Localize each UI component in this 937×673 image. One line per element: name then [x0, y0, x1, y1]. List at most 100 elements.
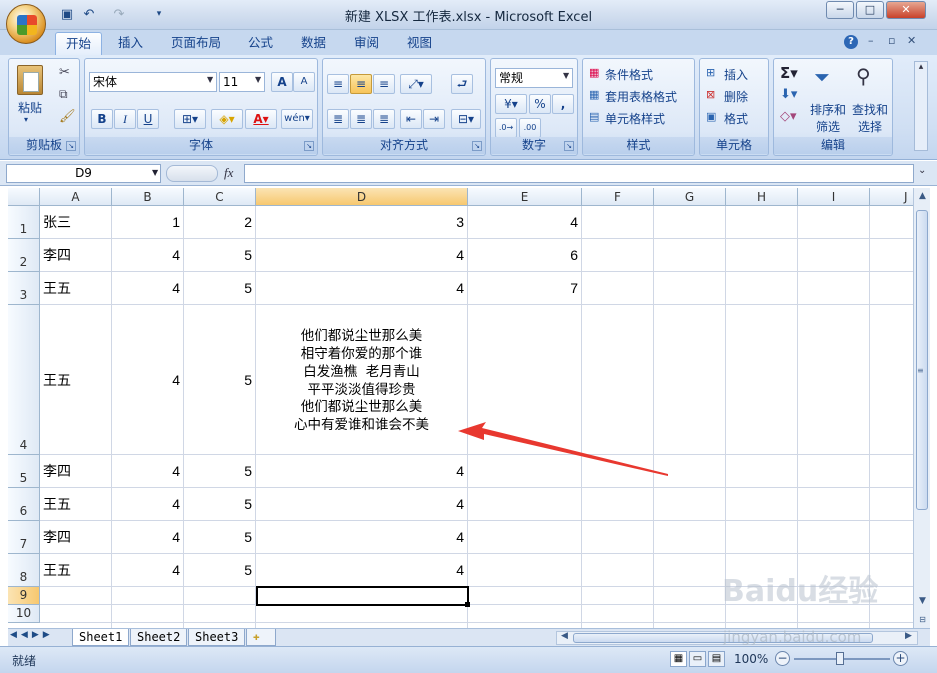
cell-g2[interactable] [654, 239, 726, 272]
ribbon-restore-icon[interactable]: ▫ [888, 34, 895, 47]
maximize-button[interactable]: □ [856, 1, 884, 19]
cell-h4[interactable] [726, 305, 798, 455]
font-launcher-icon[interactable]: ↘ [304, 141, 314, 151]
cell-d6[interactable]: 4 [256, 488, 468, 521]
sheet-tab-2[interactable]: Sheet2 [130, 629, 188, 646]
ribbon-close-icon[interactable]: ✕ [907, 34, 916, 47]
fill-color-button[interactable]: ◈▾ [211, 109, 243, 129]
fill-icon[interactable]: ⬇▾ [780, 87, 797, 102]
scroll-right-icon[interactable]: ▶ [905, 631, 912, 641]
cell-i5[interactable] [798, 455, 870, 488]
tab-insert[interactable]: 插入 [108, 32, 153, 55]
find-select-button[interactable]: 查找和 [850, 101, 890, 118]
merge-center-icon[interactable]: ⊟▾ [451, 109, 481, 129]
cell-f3[interactable] [582, 272, 654, 305]
cell-i6[interactable] [798, 488, 870, 521]
format-painter-icon[interactable]: 🖌 [59, 109, 76, 124]
align-bottom-icon[interactable]: ≡ [373, 74, 395, 94]
scroll-down-icon[interactable]: ▼ [914, 593, 931, 610]
cell-styles-button[interactable]: 单元格样式 [605, 110, 665, 127]
clipboard-launcher-icon[interactable]: ↘ [66, 141, 76, 151]
zoom-slider-thumb[interactable] [836, 652, 844, 665]
paste-dropdown-icon[interactable]: ▾ [24, 115, 28, 124]
cell-d4[interactable]: 他们都说尘世那么美 相守着你爱的那个谁 白发渔樵 老月青山 平平淡淡值得珍贵 他… [256, 305, 468, 455]
vertical-scrollbar[interactable]: ▲ ≡ ▼ ⊟ [913, 188, 930, 628]
help-icon[interactable]: ? [844, 35, 858, 49]
phonetic-button[interactable]: wén▾ [281, 109, 313, 129]
worksheet-grid[interactable]: A B C D E F G H I J 1 2 3 4 5 6 7 8 9 10… [8, 188, 913, 628]
cell-g3[interactable] [654, 272, 726, 305]
cell-h3[interactable] [726, 272, 798, 305]
cell-i4[interactable] [798, 305, 870, 455]
number-launcher-icon[interactable]: ↘ [564, 141, 574, 151]
cell-b9[interactable] [112, 587, 184, 605]
align-left-icon[interactable]: ≣ [327, 109, 349, 129]
find-select-button-line2[interactable]: 选择 [850, 118, 890, 135]
shrink-font-button[interactable]: A [293, 72, 315, 92]
cell-d10[interactable] [256, 605, 468, 623]
wrap-text-icon[interactable]: ⮐ [451, 74, 473, 94]
zoom-out-icon[interactable]: − [775, 651, 790, 666]
decrease-indent-icon[interactable]: ⇤ [400, 109, 422, 129]
cell-g8[interactable] [654, 554, 726, 587]
align-top-icon[interactable]: ≡ [327, 74, 349, 94]
cell-e1[interactable]: 4 [468, 206, 582, 239]
cell-f6[interactable] [582, 488, 654, 521]
page-break-view-icon[interactable]: ▤ [708, 651, 725, 667]
font-name-select[interactable]: 宋体 [89, 72, 217, 92]
cell-e10[interactable] [468, 605, 582, 623]
cell-b10[interactable] [112, 605, 184, 623]
conditional-format-button[interactable]: 条件格式 [605, 66, 653, 83]
cell-f1[interactable] [582, 206, 654, 239]
cell-c2[interactable]: 5 [184, 239, 256, 272]
increase-indent-icon[interactable]: ⇥ [423, 109, 445, 129]
format-as-table-button[interactable]: 套用表格格式 [605, 88, 677, 105]
tab-formulas[interactable]: 公式 [238, 32, 283, 55]
cell-b8[interactable]: 4 [112, 554, 184, 587]
cut-icon[interactable]: ✂ [59, 65, 70, 80]
page-layout-view-icon[interactable]: ▭ [689, 651, 706, 667]
cell-a8[interactable]: 王五 [40, 554, 112, 587]
cell-j2[interactable] [870, 239, 913, 272]
sort-filter-button-line2[interactable]: 筛选 [808, 118, 848, 135]
insert-cells-button[interactable]: 插入 [724, 66, 748, 83]
cell-c6[interactable]: 5 [184, 488, 256, 521]
currency-icon[interactable]: ¥▾ [495, 94, 527, 114]
cell-b6[interactable]: 4 [112, 488, 184, 521]
italic-button[interactable]: I [114, 109, 136, 129]
decrease-decimal-icon[interactable]: .00 [519, 118, 541, 138]
cell-e3[interactable]: 7 [468, 272, 582, 305]
fill-handle[interactable] [465, 602, 470, 607]
sheet-nav-icons[interactable]: ◀◀▶▶ [10, 630, 54, 640]
insert-function-icon[interactable]: fx [224, 165, 233, 181]
sheet-tab-3[interactable]: Sheet3 [188, 629, 246, 646]
increase-decimal-icon[interactable]: .0→ [495, 118, 517, 138]
cell-d8[interactable]: 4 [256, 554, 468, 587]
cell-b1[interactable]: 1 [112, 206, 184, 239]
split-icon[interactable]: ⊟ [914, 611, 931, 628]
alignment-launcher-icon[interactable]: ↘ [472, 141, 482, 151]
formula-input[interactable] [244, 164, 914, 183]
cell-a6[interactable]: 王五 [40, 488, 112, 521]
delete-cells-button[interactable]: 删除 [724, 88, 748, 105]
cell-j6[interactable] [870, 488, 913, 521]
number-format-select[interactable]: 常规 [495, 68, 573, 88]
cell-c8[interactable]: 5 [184, 554, 256, 587]
cell-a4[interactable]: 王五 [40, 305, 112, 455]
cell-i3[interactable] [798, 272, 870, 305]
cell-a5[interactable]: 李四 [40, 455, 112, 488]
bold-button[interactable]: B [91, 109, 113, 129]
cell-j3[interactable] [870, 272, 913, 305]
close-button[interactable]: ✕ [886, 1, 926, 19]
copy-icon[interactable]: ⧉ [59, 87, 68, 102]
tab-page-layout[interactable]: 页面布局 [161, 32, 231, 55]
cell-c9[interactable] [184, 587, 256, 605]
align-center-icon[interactable]: ≣ [350, 109, 372, 129]
borders-button[interactable]: ⊞▾ [174, 109, 206, 129]
ribbon-minimize-icon[interactable]: – [868, 34, 874, 47]
cell-g1[interactable] [654, 206, 726, 239]
cell-h2[interactable] [726, 239, 798, 272]
scroll-up-icon[interactable]: ▲ [914, 188, 931, 205]
cell-e7[interactable] [468, 521, 582, 554]
cell-g6[interactable] [654, 488, 726, 521]
